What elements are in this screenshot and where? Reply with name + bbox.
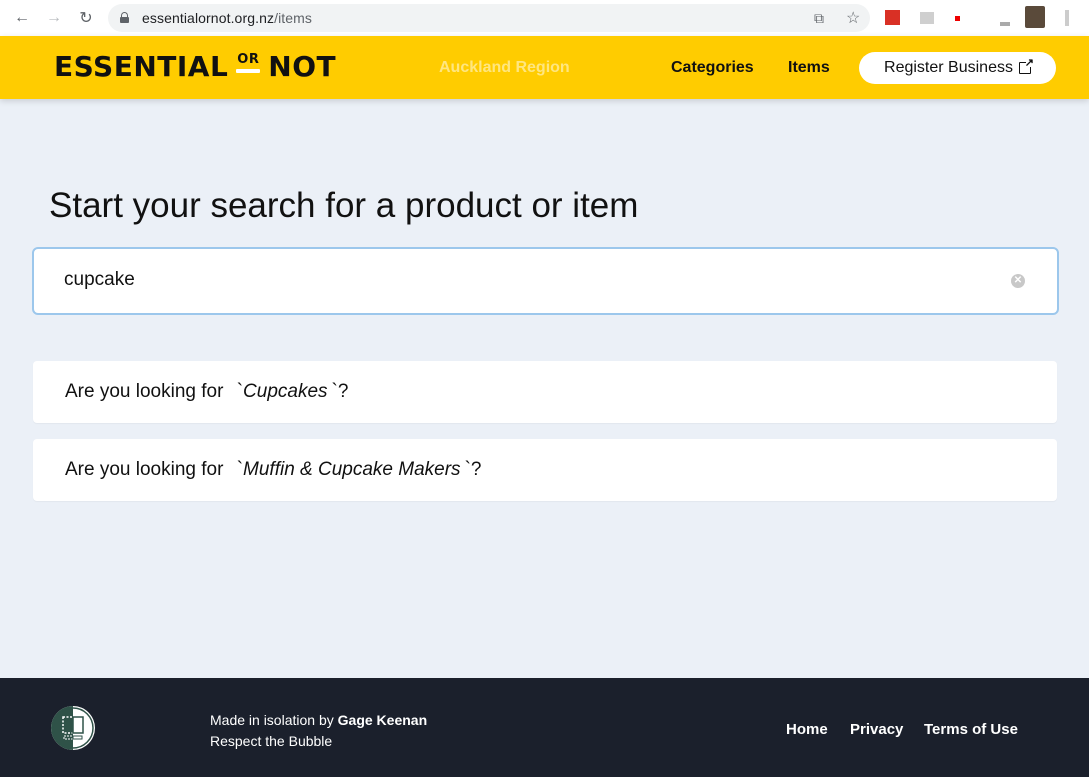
- open-in-window-icon[interactable]: ⧉: [814, 10, 824, 27]
- site-footer: Made in isolation by Gage Keenan Respect…: [0, 678, 1089, 777]
- nav-items[interactable]: Items: [788, 59, 830, 77]
- extension-icon[interactable]: [920, 12, 934, 24]
- register-business-button[interactable]: Register Business: [859, 52, 1056, 84]
- register-business-label: Register Business: [884, 59, 1013, 76]
- computer-logo-icon: [51, 706, 95, 750]
- forward-button[interactable]: →: [44, 8, 64, 28]
- reload-button[interactable]: ↻: [76, 8, 96, 28]
- extension-icon[interactable]: [885, 10, 900, 25]
- back-button[interactable]: ←: [12, 8, 32, 28]
- bookmark-star-icon[interactable]: ☆: [846, 8, 860, 28]
- nav-categories[interactable]: Categories: [671, 59, 754, 77]
- site-header: ESSENTIAL OR NOT Auckland Region Categor…: [0, 36, 1089, 99]
- logo-text-not: NOT: [268, 50, 337, 83]
- extension-icon[interactable]: [955, 16, 960, 21]
- menu-icon[interactable]: [1065, 10, 1069, 26]
- arrow-right-icon: →: [46, 9, 62, 26]
- external-link-icon: [1018, 56, 1034, 74]
- suggestion-prefix: Are you looking for: [65, 381, 229, 402]
- tagline: Respect the Bubble: [210, 733, 333, 749]
- footer-link-terms[interactable]: Terms of Use: [924, 721, 1018, 738]
- author-link[interactable]: Gage Keenan: [338, 712, 427, 728]
- logo-text-essential: ESSENTIAL: [54, 50, 229, 83]
- browser-toolbar: ← → ↻ essentialornot.org.nz/items ⧉ ☆: [0, 0, 1089, 36]
- credits-prefix: Made in isolation by: [210, 712, 338, 728]
- suggestion-prefix: Are you looking for: [65, 459, 229, 480]
- page-title: Start your search for a product or item: [49, 186, 639, 225]
- suggestion-term: Muffin & Cupcake Makers: [243, 459, 461, 480]
- lock-icon: [120, 12, 129, 23]
- search-box: ✕: [32, 247, 1059, 315]
- region-label[interactable]: Auckland Region: [439, 59, 570, 77]
- search-input[interactable]: [64, 269, 964, 291]
- extension-icon[interactable]: [1000, 22, 1010, 26]
- footer-link-privacy[interactable]: Privacy: [850, 721, 903, 738]
- clear-search-icon[interactable]: ✕: [1011, 274, 1025, 288]
- reload-icon: ↻: [79, 10, 93, 27]
- credits: Made in isolation by Gage Keenan Respect…: [210, 710, 427, 752]
- suggestion-item[interactable]: Are you looking for ` Cupcakes `?: [33, 361, 1057, 423]
- suggestion-item[interactable]: Are you looking for ` Muffin & Cupcake M…: [33, 439, 1057, 501]
- suggestion-close-quote: `?: [331, 381, 349, 402]
- suggestion-term: Cupcakes: [243, 381, 328, 402]
- logo-or: OR: [236, 53, 261, 73]
- address-bar[interactable]: essentialornot.org.nz/items ⧉ ☆: [108, 4, 870, 32]
- site-logo[interactable]: ESSENTIAL OR NOT: [54, 50, 336, 83]
- url-text: essentialornot.org.nz/items: [142, 10, 313, 26]
- suggestion-close-quote: `?: [464, 459, 482, 480]
- profile-avatar[interactable]: [1025, 6, 1045, 28]
- arrow-left-icon: ←: [14, 9, 30, 26]
- footer-link-home[interactable]: Home: [786, 721, 828, 738]
